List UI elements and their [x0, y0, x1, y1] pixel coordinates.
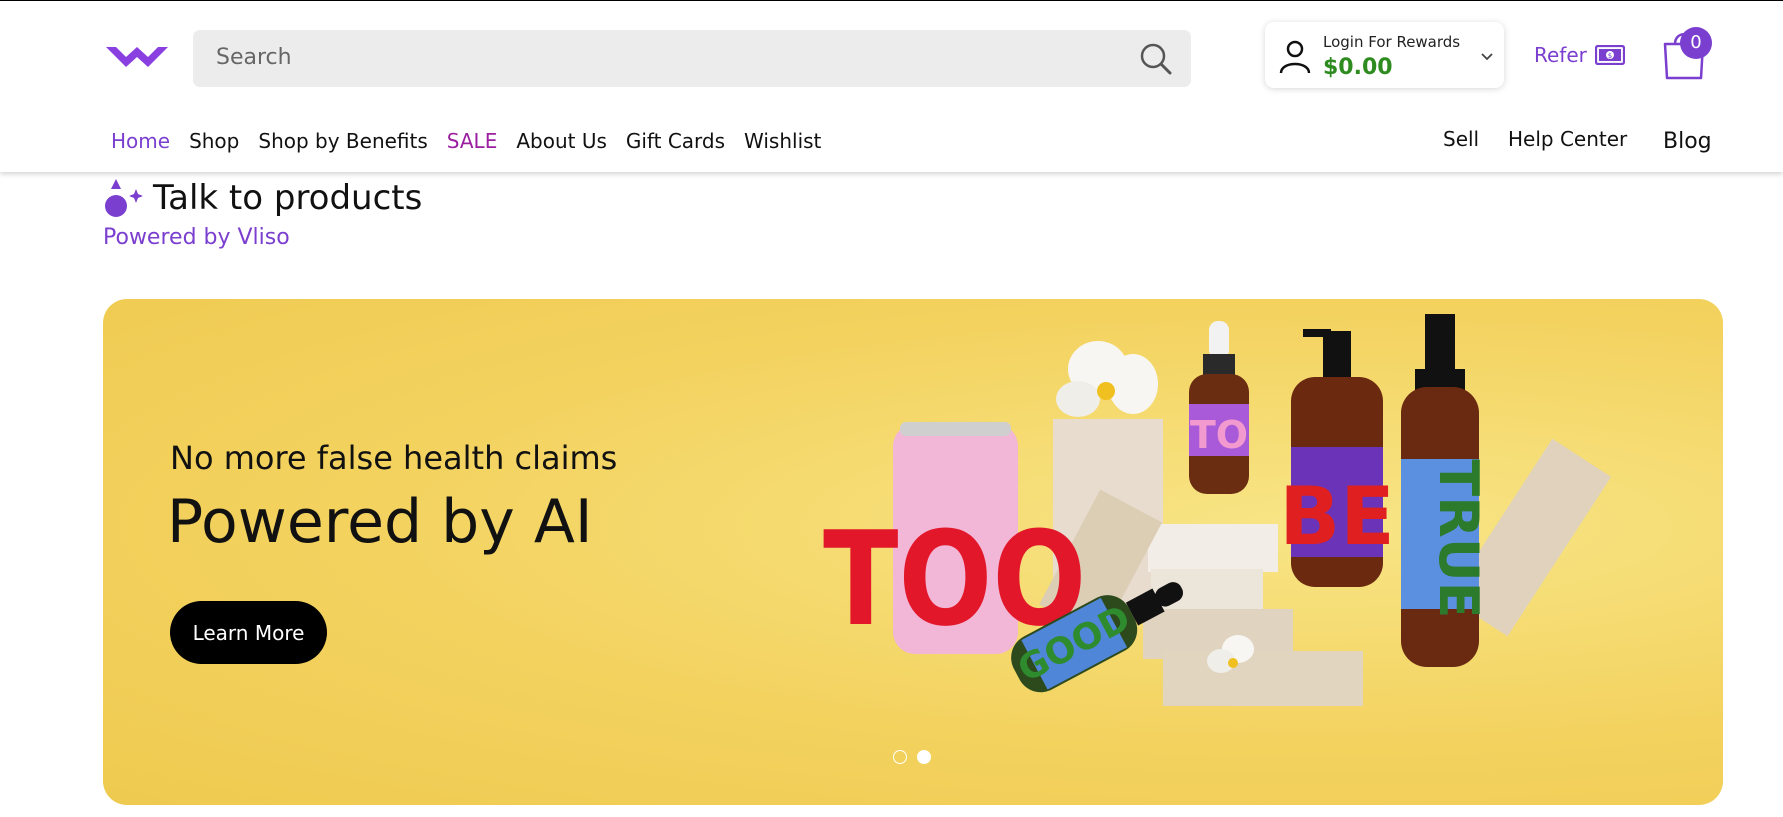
talk-to-products-heading[interactable]: Talk to products: [103, 176, 422, 220]
nav-item-help-center[interactable]: Help Center: [1508, 127, 1627, 151]
nav-item-about-us[interactable]: About Us: [516, 129, 607, 153]
banner-title: Powered by AI: [167, 487, 593, 557]
nav-item-sale[interactable]: SALE: [447, 129, 498, 153]
banner-subtitle: No more false health claims: [170, 439, 618, 477]
nav-item-sell[interactable]: Sell: [1443, 127, 1479, 151]
nav-item-home[interactable]: Home: [111, 129, 170, 153]
search-bar[interactable]: Search: [193, 30, 1191, 87]
carousel-dot-2-active[interactable]: [917, 750, 931, 764]
hero-banner[interactable]: TOO TO BE TRUE GOOD No more false health…: [103, 299, 1723, 805]
talk-title: Talk to products: [153, 178, 423, 218]
refer-label: Refer: [1534, 43, 1587, 67]
nav-item-shop-by-benefits[interactable]: Shop by Benefits: [258, 129, 427, 153]
carousel-dot-1[interactable]: [893, 750, 907, 764]
svg-text:TRUE: TRUE: [1427, 459, 1490, 618]
sparkle-bubble-icon: [105, 179, 143, 217]
svg-text:BE: BE: [1279, 470, 1395, 563]
brand-logo-icon[interactable]: [104, 43, 170, 69]
refer-link[interactable]: Refer $: [1534, 43, 1625, 67]
site-header: Search Login For Rewards $0.00 Refer $ 0…: [0, 1, 1783, 172]
chevron-down-icon[interactable]: [1480, 52, 1494, 62]
svg-text:TO: TO: [1190, 413, 1248, 457]
nav-item-shop[interactable]: Shop: [189, 129, 239, 153]
nav-item-wishlist[interactable]: Wishlist: [744, 129, 821, 153]
nav-item-blog[interactable]: Blog: [1663, 129, 1712, 154]
svg-text:$: $: [1608, 52, 1612, 60]
nav-item-gift-cards[interactable]: Gift Cards: [626, 129, 725, 153]
user-icon: [1279, 40, 1311, 74]
learn-more-button[interactable]: Learn More: [170, 601, 327, 664]
rewards-balance: $0.00: [1323, 55, 1393, 80]
search-icon[interactable]: [1139, 42, 1173, 76]
search-input[interactable]: Search: [216, 45, 292, 70]
cart-count-badge: 0: [1680, 27, 1712, 59]
login-rewards-button[interactable]: Login For Rewards $0.00: [1265, 22, 1504, 88]
login-label: Login For Rewards: [1323, 33, 1461, 51]
cash-icon: $: [1594, 45, 1625, 65]
main-nav: Home Shop Shop by Benefits SALE About Us…: [111, 129, 840, 153]
powered-by-label: Powered by Vliso: [103, 225, 290, 250]
